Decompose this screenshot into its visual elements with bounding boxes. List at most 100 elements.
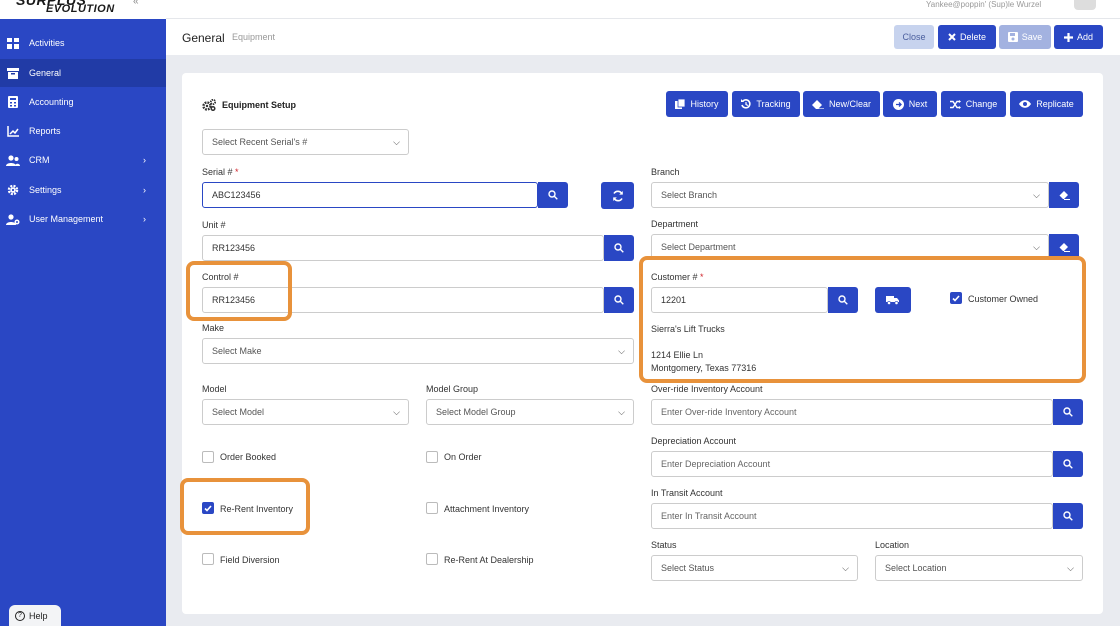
tracking-button[interactable]: Tracking xyxy=(732,91,800,117)
sidebar-item-label: Accounting xyxy=(29,97,74,107)
shuffle-icon xyxy=(949,99,961,109)
chevron-down-icon: ⌵ xyxy=(618,407,625,417)
rerent-dealership-checkbox[interactable] xyxy=(426,553,438,565)
help-button[interactable]: ? Help xyxy=(9,605,61,626)
unit-search-button[interactable] xyxy=(604,235,634,261)
close-button[interactable]: Close xyxy=(894,25,934,49)
x-icon xyxy=(948,33,956,41)
help-label: Help xyxy=(29,610,48,621)
model-group-label: Model Group xyxy=(426,384,479,394)
depreciation-account-search-button[interactable] xyxy=(1053,451,1083,477)
chevron-down-icon: ⌵ xyxy=(393,137,400,147)
search-icon xyxy=(614,295,624,305)
transit-account-placeholder: Enter In Transit Account xyxy=(661,511,757,521)
change-button[interactable]: Change xyxy=(941,91,1006,117)
save-button[interactable]: Save xyxy=(999,25,1051,49)
override-account-search-button[interactable] xyxy=(1053,399,1083,425)
tracking-label: Tracking xyxy=(756,99,791,109)
sidebar-item-label: CRM xyxy=(29,155,50,165)
status-select[interactable]: Select Status ⌵ xyxy=(651,555,858,581)
model-label: Model xyxy=(202,384,227,394)
field-diversion-label: Field Diversion xyxy=(220,555,280,565)
recent-serial-select[interactable]: Select Recent Serial's # ⌵ xyxy=(202,129,409,155)
delete-button-label: Delete xyxy=(959,32,986,42)
user-menu-icon[interactable] xyxy=(1074,0,1096,10)
sidebar-item-label: User Management xyxy=(29,214,104,224)
location-select[interactable]: Select Location ⌵ xyxy=(875,555,1083,581)
chevron-down-icon: ⌵ xyxy=(393,407,400,417)
unit-input[interactable]: RR123456 xyxy=(202,235,604,261)
model-group-select[interactable]: Select Model Group ⌵ xyxy=(426,399,634,425)
arrow-circle-right-icon xyxy=(892,98,904,110)
make-label: Make xyxy=(202,323,225,333)
calculator-icon xyxy=(6,96,20,108)
serial-input[interactable]: ABC123456 xyxy=(202,182,538,208)
chevron-right-icon: › xyxy=(143,155,146,165)
unit-value: RR123456 xyxy=(212,243,256,253)
collapse-sidebar-icon[interactable]: « xyxy=(133,0,139,7)
sidebar-item-accounting[interactable]: Accounting xyxy=(0,88,166,116)
sidebar-item-crm[interactable]: CRM › xyxy=(0,146,166,174)
eye-icon xyxy=(1019,100,1032,108)
chevron-right-icon: › xyxy=(143,185,146,195)
sidebar-item-reports[interactable]: Reports xyxy=(0,117,166,145)
highlight-customer-section xyxy=(639,256,1086,383)
depreciation-account-label: Depreciation Account xyxy=(651,436,737,446)
sidebar-item-general[interactable]: General xyxy=(0,59,166,87)
sidebar-item-user-management[interactable]: User Management › xyxy=(0,205,166,233)
control-search-button[interactable] xyxy=(604,287,634,313)
logo: SURPLUS EVOLUTION « xyxy=(0,0,166,19)
department-label: Department xyxy=(651,219,699,229)
branch-select[interactable]: Select Branch ⌵ xyxy=(651,182,1049,208)
users-icon xyxy=(6,154,20,166)
attachment-inventory-checkbox[interactable] xyxy=(426,502,438,514)
sidebar-item-label: Settings xyxy=(29,185,62,195)
change-label: Change xyxy=(965,99,998,109)
model-select[interactable]: Select Model ⌵ xyxy=(202,399,409,425)
serial-search-button[interactable] xyxy=(538,182,568,208)
sidebar-item-label: General xyxy=(29,68,62,78)
override-account-input[interactable]: Enter Over-ride Inventory Account xyxy=(651,399,1053,425)
history-button[interactable]: History xyxy=(666,91,728,117)
new-clear-label: New/Clear xyxy=(828,99,871,109)
sidebar-item-activities[interactable]: Activities xyxy=(0,29,166,57)
on-order-checkbox[interactable] xyxy=(426,451,438,463)
depreciation-account-input[interactable]: Enter Depreciation Account xyxy=(651,451,1053,477)
transit-account-input[interactable]: Enter In Transit Account xyxy=(651,503,1053,529)
on-order-label: On Order xyxy=(444,452,482,462)
serial-label-text: Serial # xyxy=(202,167,233,177)
make-select[interactable]: Select Make ⌵ xyxy=(202,338,634,364)
add-button[interactable]: Add xyxy=(1054,25,1103,49)
box-icon xyxy=(6,67,20,79)
copy-icon xyxy=(675,99,686,109)
section-title: Equipment Setup xyxy=(202,99,296,111)
transit-account-search-button[interactable] xyxy=(1053,503,1083,529)
required-marker: * xyxy=(235,167,239,177)
override-account-label: Over-ride Inventory Account xyxy=(651,384,763,394)
refresh-serial-button[interactable] xyxy=(601,182,634,209)
top-bar: Yankee@poppin' (Sup)le Wurzel xyxy=(166,0,1120,19)
recent-serial-placeholder: Select Recent Serial's # xyxy=(212,137,308,147)
override-account-placeholder: Enter Over-ride Inventory Account xyxy=(661,407,797,417)
user-cog-icon xyxy=(6,213,20,225)
page-title: General xyxy=(182,31,225,45)
eraser-icon xyxy=(1059,190,1070,200)
order-booked-checkbox[interactable] xyxy=(202,451,214,463)
chevron-down-icon: ⌵ xyxy=(1033,242,1040,252)
field-diversion-checkbox[interactable] xyxy=(202,553,214,565)
user-name: Yankee@poppin' (Sup)le Wurzel xyxy=(926,0,1042,9)
search-icon xyxy=(548,190,558,200)
highlight-rerent-inventory xyxy=(180,478,310,535)
replicate-button[interactable]: Replicate xyxy=(1010,91,1083,117)
grid-icon xyxy=(6,37,20,49)
search-icon xyxy=(614,243,624,253)
next-label: Next xyxy=(908,99,928,109)
floppy-icon xyxy=(1007,32,1018,42)
sidebar-item-settings[interactable]: Settings › xyxy=(0,176,166,204)
delete-button[interactable]: Delete xyxy=(938,25,996,49)
next-button[interactable]: Next xyxy=(883,91,937,117)
search-icon xyxy=(1063,511,1073,521)
branch-clear-button[interactable] xyxy=(1049,182,1079,208)
model-placeholder: Select Model xyxy=(212,407,265,417)
new-clear-button[interactable]: New/Clear xyxy=(803,91,880,117)
